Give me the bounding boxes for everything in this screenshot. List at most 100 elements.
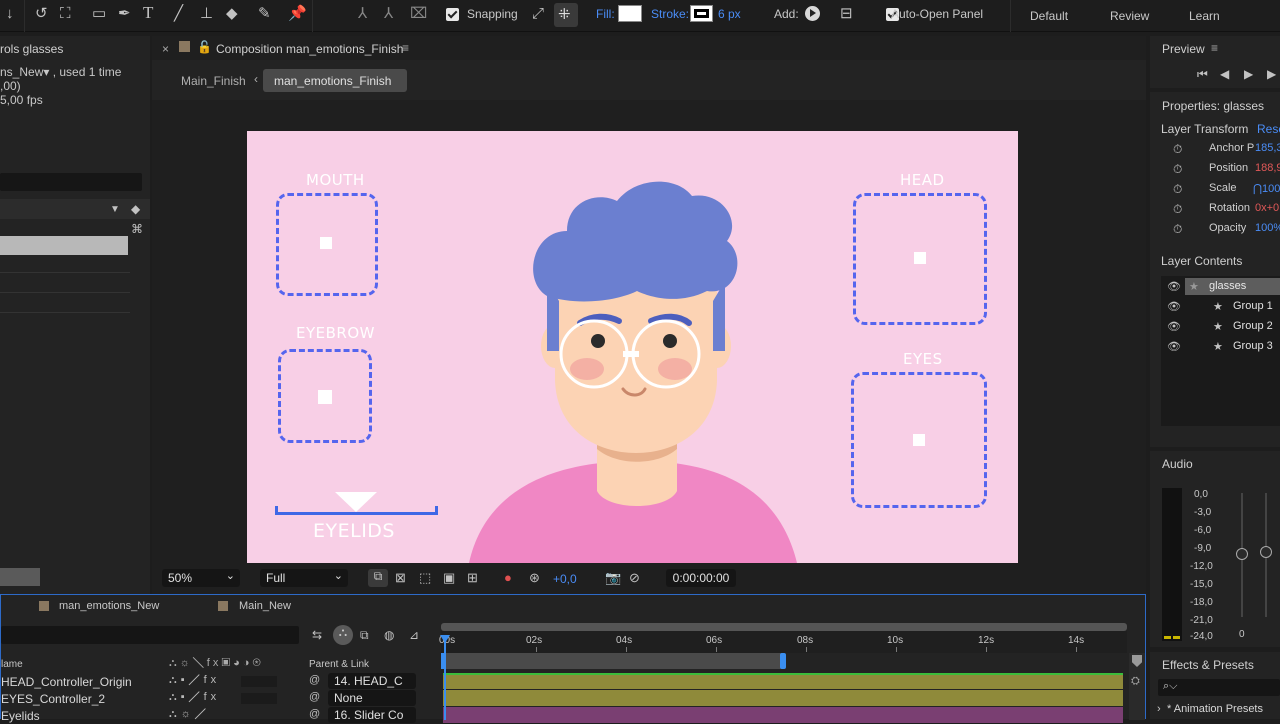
workspace-review[interactable]: Review (1110, 9, 1149, 23)
roto-brush-icon[interactable]: ✎ (258, 6, 271, 22)
add-property-button[interactable] (805, 6, 820, 21)
layer-name[interactable]: HEAD_Controller_Origin (1, 675, 132, 689)
stopwatch-icon[interactable]: ⏱ (1173, 181, 1182, 197)
composition-canvas[interactable]: MOUTH EYEBROW EYELIDS HEAD EYES (247, 131, 1018, 563)
layer-contents-item[interactable]: Group 1 (1233, 300, 1273, 312)
previous-frame-icon[interactable]: ◀︎ (1220, 66, 1229, 82)
exposure-value[interactable]: +0,0 (553, 572, 577, 586)
snap-features-button[interactable]: ⁜ (554, 3, 578, 27)
preview-range-bar[interactable] (443, 653, 783, 669)
show-snapshot-icon[interactable]: ⊘ (629, 570, 640, 586)
pickwhip-icon[interactable]: @ (309, 708, 320, 720)
layer-switch-boxes[interactable] (241, 676, 277, 687)
move-down-icon[interactable]: ↓ (6, 6, 14, 22)
timeline-settings-icon[interactable]: ⛭ (1131, 675, 1140, 688)
chevron-down-icon[interactable]: ▼ (110, 202, 120, 218)
layer-switches[interactable]: ⛬▪╱fx (169, 674, 220, 687)
transparency-grid-icon[interactable]: ⊠ (395, 570, 406, 586)
color-channels-icon[interactable]: ● (504, 570, 512, 586)
play-icon[interactable]: ▶ (1244, 66, 1253, 82)
rotate-tool-icon[interactable]: ↺ (35, 6, 48, 22)
eraser-tool-icon[interactable]: ◆ (226, 6, 238, 22)
layer-switches[interactable]: ⛬▪╱fx (169, 691, 220, 704)
breadcrumb-current-chip[interactable]: man_emotions_Finish (263, 69, 407, 92)
audio-slider-right[interactable] (1260, 546, 1272, 558)
layer-contents-item[interactable]: Group 2 (1233, 320, 1273, 332)
breadcrumb-parent[interactable]: Main_Finish (181, 74, 246, 88)
effects-search-input[interactable]: ⌕⌵ (1158, 679, 1280, 696)
workspace-learn[interactable]: Learn (1189, 9, 1220, 23)
layer-contents-item[interactable]: glasses (1209, 280, 1246, 292)
camera-tool-icon[interactable]: ⛶ (60, 6, 71, 22)
work-area-bar[interactable] (441, 623, 1127, 631)
eye-icon[interactable]: 👁 (1167, 299, 1181, 315)
timeline-tab[interactable]: man_emotions_New (59, 600, 159, 612)
stopwatch-icon[interactable]: ⏱ (1173, 221, 1182, 237)
region-of-interest-icon[interactable]: ▣ (443, 570, 455, 586)
snapping-checkbox[interactable] (446, 8, 459, 21)
eye-icon[interactable]: 👁 (1167, 319, 1181, 335)
close-icon[interactable]: × (162, 42, 169, 56)
rotation-value[interactable]: 0x+0 (1255, 202, 1279, 214)
playhead[interactable] (444, 635, 446, 720)
snap-edges-icon[interactable]: ⤢ (532, 6, 544, 22)
frame-blending-icon[interactable]: ⧉ (360, 627, 369, 643)
project-search-input[interactable] (0, 173, 142, 191)
layer-name[interactable]: Eyelids (1, 709, 40, 723)
stopwatch-icon[interactable]: ⏱ (1173, 141, 1182, 157)
grid-guides-icon[interactable]: ⊞ (467, 570, 478, 586)
graph-editor-icon[interactable]: ⊿ (409, 627, 419, 643)
project-bit-depth-button[interactable] (0, 568, 40, 586)
parent-dropdown[interactable]: None (328, 690, 416, 706)
comp-marker-bin-icon[interactable] (1132, 655, 1142, 667)
layer-bar[interactable] (443, 690, 1123, 706)
flowchart-icon[interactable]: ⌘ (131, 221, 143, 237)
axis-local-icon[interactable]: ⅄ (358, 6, 367, 22)
layer-switch-boxes[interactable] (241, 693, 277, 704)
lock-icon[interactable]: 🔓 (197, 39, 212, 55)
range-end-handle[interactable] (780, 653, 786, 669)
layer-bar[interactable] (443, 707, 1123, 723)
opacity-value[interactable]: 100% (1255, 222, 1280, 234)
zoom-dropdown[interactable]: 50% ⌄ (162, 569, 240, 587)
comp-flowchart-icon[interactable]: ⇆ (312, 627, 322, 643)
parent-dropdown[interactable]: 14. HEAD_C (328, 673, 416, 689)
layer-bar[interactable] (443, 673, 1123, 689)
table-row[interactable]: EYES_Controller_2 ⛬▪╱fx @ None (1, 690, 441, 707)
pen-tool-icon[interactable]: ✒ (118, 6, 131, 22)
first-frame-icon[interactable]: ⏮ (1197, 66, 1208, 82)
scale-value[interactable]: ⋂100% (1253, 182, 1280, 195)
chevron-right-icon[interactable]: › (1157, 703, 1161, 715)
next-frame-icon[interactable]: ▶ (1267, 66, 1276, 82)
fill-swatch[interactable] (618, 5, 642, 22)
comp-label-color[interactable] (179, 41, 190, 52)
layer-switches[interactable]: ⛬☼╱ (169, 708, 210, 721)
table-row[interactable]: Eyelids ⛬☼╱ @ 16. Slider Co (1, 707, 441, 724)
axis-world-icon[interactable]: ⅄ (384, 6, 393, 22)
shy-layers-icon[interactable]: ⛬ (333, 625, 353, 645)
position-value[interactable]: 188,9 (1255, 162, 1280, 174)
resolution-dropdown[interactable]: Full ⌄ (260, 569, 348, 587)
table-row[interactable]: HEAD_Controller_Origin ⛬▪╱fx @ 14. HEAD_… (1, 673, 441, 690)
anchor-point-value[interactable]: 185,3 (1255, 142, 1280, 154)
parent-dropdown[interactable]: 16. Slider Co (328, 707, 416, 723)
layer-name[interactable]: EYES_Controller_2 (1, 692, 105, 706)
workspace-default[interactable]: Default (1030, 9, 1068, 23)
playhead-marker[interactable] (440, 635, 450, 643)
hamburger-menu-icon[interactable]: ≡ (402, 41, 409, 55)
axis-view-icon[interactable]: ⌧ (410, 6, 427, 22)
pickwhip-icon[interactable]: @ (309, 674, 320, 686)
snapshot-camera-icon[interactable]: 📷 (605, 570, 621, 586)
stroke-swatch[interactable] (690, 5, 713, 22)
stroke-label[interactable]: Stroke: (651, 7, 689, 21)
time-ruler[interactable]: 00s 02s 04s 06s 08s 10s 12s 14s (439, 631, 1127, 653)
fill-label[interactable]: Fill: (596, 7, 615, 21)
rectangle-tool-icon[interactable]: ▭ (92, 6, 106, 22)
motion-blur-icon[interactable]: ◍ (384, 627, 394, 643)
mask-visibility-icon[interactable]: ⬚ (419, 570, 431, 586)
stopwatch-icon[interactable]: ⏱ (1173, 201, 1182, 217)
audio-slider-left[interactable] (1236, 548, 1248, 560)
layer-contents-item[interactable]: Group 3 (1233, 340, 1273, 352)
label-tag-icon[interactable]: ◆ (131, 201, 140, 217)
stroke-width-value[interactable]: 6 px (718, 7, 741, 21)
